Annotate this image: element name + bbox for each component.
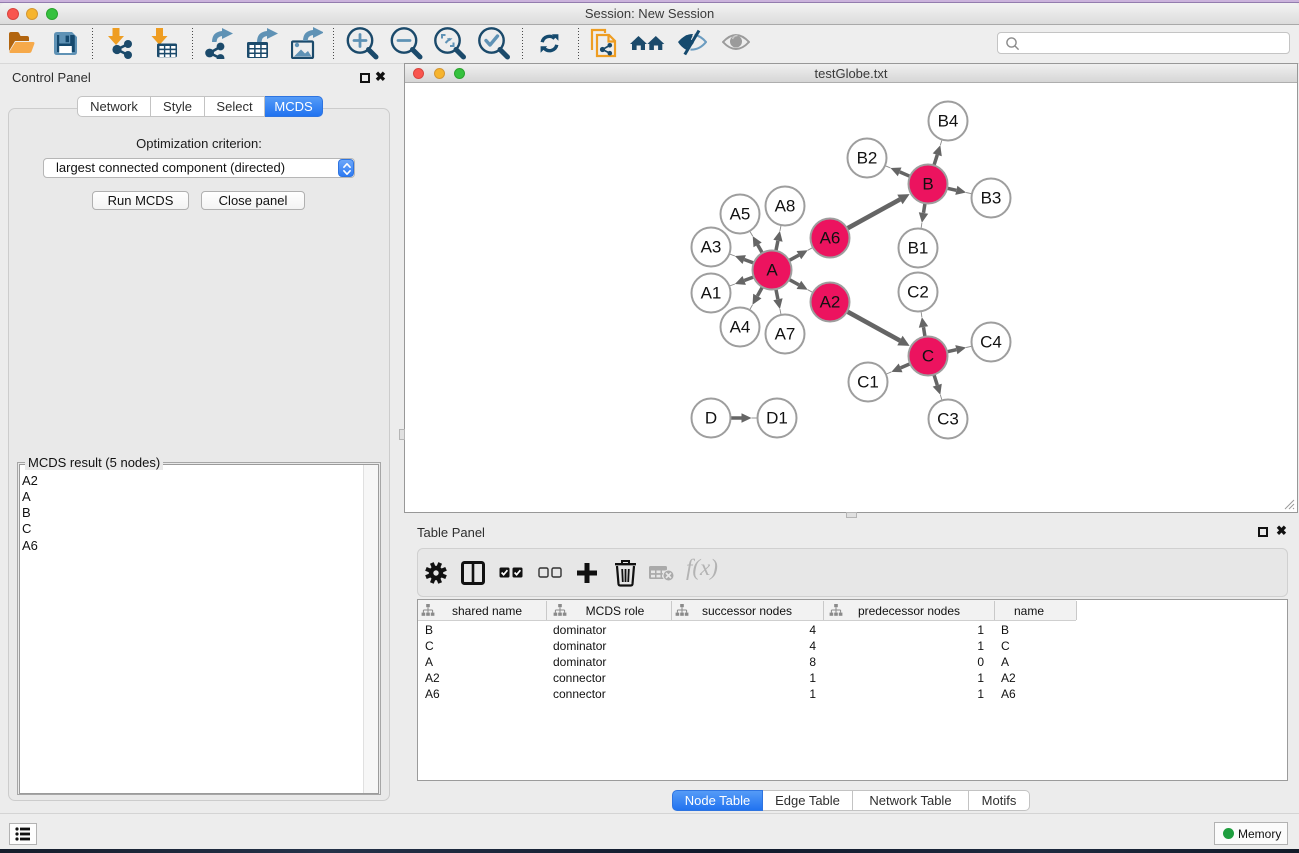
svg-text:A6: A6: [820, 229, 841, 248]
svg-text:A4: A4: [730, 318, 751, 337]
svg-text:B1: B1: [908, 239, 929, 258]
svg-text:A: A: [766, 261, 778, 280]
svg-text:B3: B3: [981, 189, 1002, 208]
svg-text:C: C: [922, 347, 934, 366]
svg-text:B: B: [922, 175, 933, 194]
svg-text:A2: A2: [820, 293, 841, 312]
svg-text:A7: A7: [775, 325, 796, 344]
svg-text:A1: A1: [701, 284, 722, 303]
svg-text:A5: A5: [730, 205, 751, 224]
svg-text:B4: B4: [938, 112, 959, 131]
svg-text:D1: D1: [766, 409, 788, 428]
svg-text:C4: C4: [980, 333, 1002, 352]
svg-text:A8: A8: [775, 197, 796, 216]
svg-text:C3: C3: [937, 410, 959, 429]
svg-text:A3: A3: [701, 238, 722, 257]
svg-text:B2: B2: [857, 149, 878, 168]
svg-text:C1: C1: [857, 373, 879, 392]
svg-text:C2: C2: [907, 283, 929, 302]
svg-text:D: D: [705, 409, 717, 428]
